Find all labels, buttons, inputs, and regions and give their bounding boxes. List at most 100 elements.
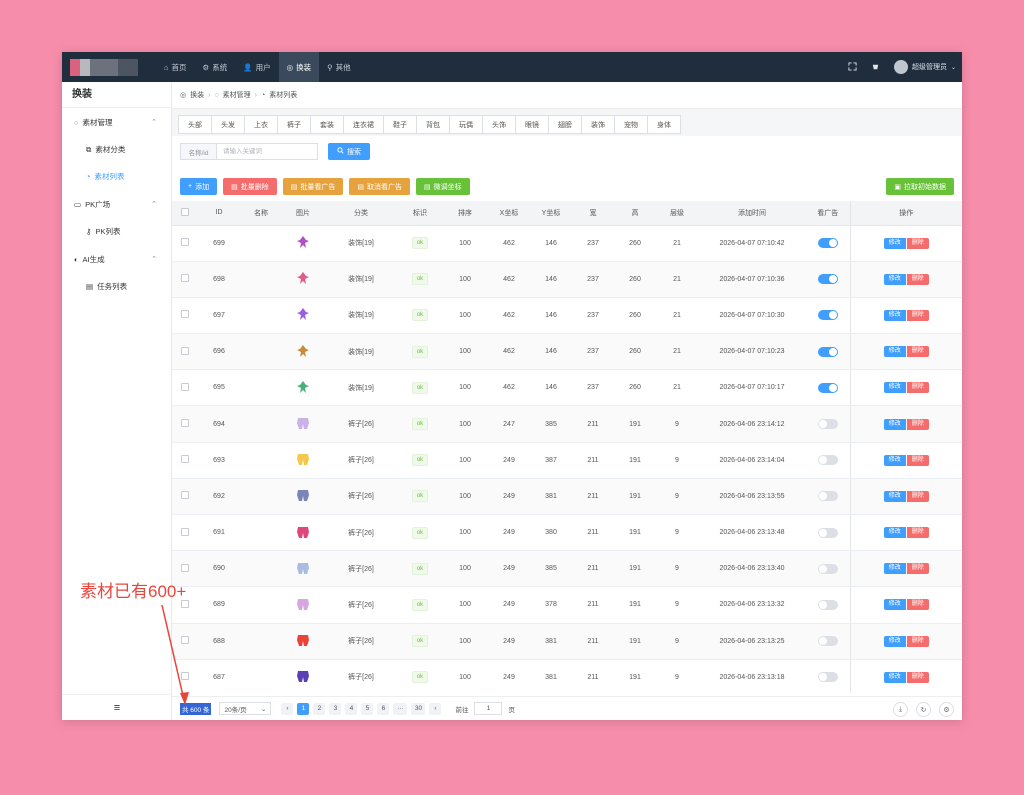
table-row[interactable]: 695 装饰[19] ok 100 462 146 237 260 21 2026-04-07 0… (172, 369, 962, 407)
fullscreen-icon[interactable] (848, 61, 857, 73)
delete-button[interactable]: 删除 (906, 273, 929, 285)
row-checkbox[interactable] (181, 527, 189, 536)
table-row[interactable]: 696 装饰[19] ok 100 462 146 237 260 21 2026-04-07 0… (172, 333, 962, 371)
sidebar-group-0[interactable]: ◌ 素材管理 ⌃ (62, 108, 171, 136)
delete-button[interactable]: 删除 (906, 454, 929, 466)
tab-2[interactable]: 上衣 (245, 115, 278, 134)
tab-0[interactable]: 头部 (178, 115, 212, 134)
tab-5[interactable]: 连衣裙 (344, 115, 384, 134)
breadcrumb-item[interactable]: 换装 (190, 90, 204, 100)
material-thumbnail[interactable] (295, 632, 311, 648)
edit-button[interactable]: 修改 (883, 635, 906, 647)
material-thumbnail[interactable] (295, 560, 311, 576)
ad-toggle[interactable] (817, 419, 838, 430)
edit-button[interactable]: 修改 (883, 382, 906, 394)
nav-item-2[interactable]: 👤 用户 (235, 52, 278, 82)
page-number[interactable]: 6 (377, 702, 390, 715)
prev-page-icon[interactable]: ‹ (281, 702, 294, 715)
sidebar-group-1[interactable]: ▭ PK广场 ⌃ (62, 190, 171, 218)
ad-toggle[interactable] (817, 491, 838, 502)
page-number[interactable]: 1 (297, 702, 310, 715)
goto-page-input[interactable]: 1 (474, 702, 503, 715)
edit-button[interactable]: 修改 (883, 309, 906, 321)
pull-initial-data-button[interactable]: ▣ 拉取初始数据 (886, 178, 954, 195)
page-number[interactable]: 2 (313, 702, 326, 715)
material-thumbnail[interactable] (295, 234, 311, 250)
edit-button[interactable]: 修改 (883, 490, 906, 502)
table-row[interactable]: 689 裤子[26] ok 100 249 378 211 191 9 2026-04-06 23… (172, 586, 962, 624)
edit-button[interactable]: 修改 (883, 454, 906, 466)
delete-button[interactable]: 删除 (906, 671, 929, 683)
row-checkbox[interactable] (181, 419, 189, 428)
table-row[interactable]: 693 裤子[26] ok 100 249 387 211 191 9 2026-04-06 23… (172, 442, 962, 479)
user-menu[interactable]: 超级管理员 ⌄ (893, 60, 956, 74)
material-thumbnail[interactable] (295, 524, 311, 540)
tab-12[interactable]: 装饰 (582, 115, 615, 134)
edit-button[interactable]: 修改 (883, 418, 906, 430)
row-checkbox[interactable] (181, 455, 189, 464)
delete-button[interactable]: 删除 (906, 599, 929, 611)
refresh-icon[interactable]: ↻ (916, 702, 931, 717)
row-checkbox[interactable] (181, 310, 189, 319)
batch-ad-button[interactable]: ▤ 批量看广告 (282, 178, 344, 195)
ad-toggle[interactable] (817, 563, 838, 574)
search-button[interactable]: 搜索 (328, 143, 370, 160)
row-checkbox[interactable] (181, 491, 189, 500)
edit-button[interactable]: 修改 (883, 527, 906, 539)
ad-toggle[interactable] (817, 238, 838, 249)
nav-item-0[interactable]: ⌂ 首页 (156, 52, 195, 82)
breadcrumb-item[interactable]: 素材管理 (223, 90, 251, 100)
collapse-menu-icon[interactable]: ≡ (62, 694, 172, 720)
search-input[interactable] (216, 143, 318, 160)
delete-button[interactable]: 删除 (906, 237, 929, 249)
sidebar-item-1-0[interactable]: ⚷ PK列表 (62, 218, 171, 245)
ad-toggle[interactable] (817, 599, 838, 610)
edit-button[interactable]: 修改 (883, 237, 906, 249)
nav-item-4[interactable]: ⚲ 其他 (319, 52, 359, 82)
table-row[interactable]: 694 裤子[26] ok 100 247 385 211 191 9 2026-04-06 23… (172, 405, 962, 443)
material-thumbnail[interactable] (295, 668, 311, 684)
material-thumbnail[interactable] (295, 415, 311, 431)
delete-button[interactable]: 删除 (906, 563, 929, 575)
next-page-icon[interactable]: › (429, 702, 442, 715)
material-thumbnail[interactable] (295, 343, 311, 359)
row-checkbox[interactable] (181, 563, 189, 572)
cancel-ad-button[interactable]: ▤ 取消看广告 (349, 178, 410, 195)
tab-11[interactable]: 翅膀 (549, 115, 582, 134)
table-row[interactable]: 699 装饰[19] ok 100 462 146 237 260 21 2026-04-07 0… (172, 225, 962, 262)
tab-6[interactable]: 鞋子 (384, 115, 417, 134)
material-thumbnail[interactable] (295, 451, 311, 467)
ad-toggle[interactable] (817, 274, 838, 285)
table-row[interactable]: 692 裤子[26] ok 100 249 381 211 191 9 2026-04-06 23… (172, 478, 962, 516)
adjust-coords-button[interactable]: ▤ 微调坐标 (415, 178, 470, 195)
ad-toggle[interactable] (817, 382, 838, 393)
sidebar-item-0-0[interactable]: ⧉ 素材分类 (62, 136, 171, 163)
delete-button[interactable]: 删除 (906, 309, 929, 321)
page-number[interactable]: 4 (345, 702, 358, 715)
tab-10[interactable]: 眼镜 (516, 115, 549, 134)
material-thumbnail[interactable] (295, 306, 311, 322)
row-checkbox[interactable] (181, 636, 189, 645)
edit-button[interactable]: 修改 (883, 599, 906, 611)
table-row[interactable]: 688 裤子[26] ok 100 249 381 211 191 9 2026-04-06 23… (172, 623, 962, 660)
table-row[interactable]: 691 裤子[26] ok 100 249 380 211 191 9 2026-04-06 23… (172, 514, 962, 552)
ad-toggle[interactable] (817, 672, 838, 683)
row-checkbox[interactable] (181, 672, 189, 681)
tab-14[interactable]: 身体 (648, 115, 681, 134)
table-row[interactable]: 687 裤子[26] ok 100 249 381 211 191 9 2026-04-06 23… (172, 659, 962, 693)
table-row[interactable]: 697 装饰[19] ok 100 462 146 237 260 21 2026-04-07 0… (172, 297, 962, 335)
nav-item-1[interactable]: ⚙ 系统 (195, 52, 236, 82)
sidebar-item-2-0[interactable]: ▤ 任务列表 (62, 273, 171, 300)
delete-button[interactable]: 删除 (906, 490, 929, 502)
material-thumbnail[interactable] (295, 270, 311, 286)
tab-7[interactable]: 背包 (417, 115, 450, 134)
material-thumbnail[interactable] (295, 487, 311, 503)
delete-button[interactable]: 删除 (906, 346, 929, 358)
page-number[interactable]: ··· (393, 702, 408, 715)
delete-button[interactable]: 删除 (906, 382, 929, 394)
edit-button[interactable]: 修改 (883, 563, 906, 575)
settings-icon[interactable]: ⚙ (939, 702, 954, 717)
sidebar-item-0-1[interactable]: ◔ 素材列表 (62, 163, 171, 190)
bell-icon[interactable] (871, 62, 880, 73)
row-checkbox[interactable] (181, 238, 189, 247)
